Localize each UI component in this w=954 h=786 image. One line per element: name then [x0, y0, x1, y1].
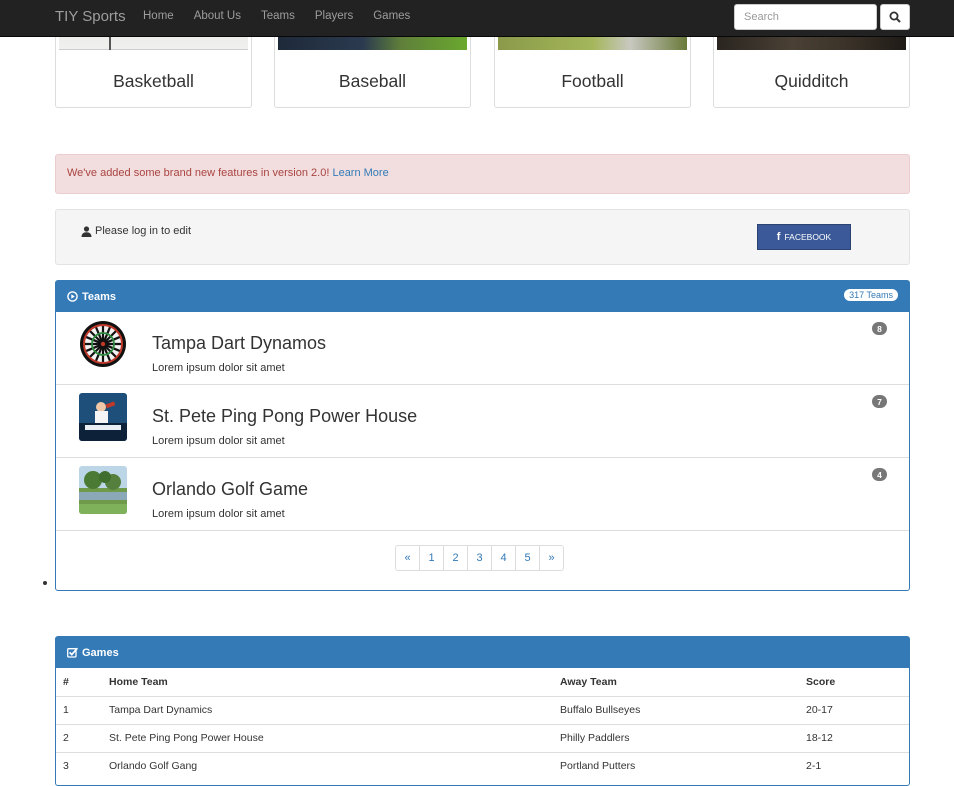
home-team: St. Pete Ping Pong Power House: [102, 723, 553, 752]
search-button[interactable]: [880, 4, 910, 30]
dartboard-image: [79, 320, 127, 368]
games-panel: Games # Home Team Away Team Score 1 Tamp…: [55, 636, 910, 786]
alert-text: We've added some brand new features in v…: [67, 167, 330, 179]
game-number: 1: [56, 695, 102, 724]
pagination-page-5[interactable]: 5: [515, 545, 540, 571]
main-nav: Home About Us Teams Players Games: [133, 0, 420, 36]
teams-panel-title: Teams: [82, 290, 117, 303]
team-badge: 4: [872, 468, 887, 481]
team-description: Lorem ipsum dolor sit amet: [152, 508, 285, 520]
pagination-page-3[interactable]: 3: [467, 545, 492, 571]
team-name[interactable]: Tampa Dart Dynamos: [152, 333, 326, 354]
play-circle-icon: [67, 291, 78, 302]
team-name[interactable]: St. Pete Ping Pong Power House: [152, 406, 417, 427]
nav-players[interactable]: Players: [305, 0, 363, 36]
games-table: # Home Team Away Team Score 1 Tampa Dart…: [56, 668, 909, 780]
home-team: Orlando Golf Gang: [102, 751, 553, 780]
game-number: 2: [56, 723, 102, 752]
login-prompt: Please log in to edit: [81, 225, 191, 237]
team-description: Lorem ipsum dolor sit amet: [152, 435, 285, 447]
ping-pong-image: [79, 393, 127, 441]
column-header: #: [63, 675, 69, 688]
feature-alert: We've added some brand new features in v…: [55, 154, 910, 194]
sport-label: Basketball: [113, 71, 194, 91]
away-team: Buffalo Bullseyes: [553, 695, 799, 724]
team-badge: 8: [872, 322, 887, 335]
login-well: Please log in to edit f FACEBOOK: [55, 209, 910, 265]
pagination: « 1 2 3 4 5 »: [395, 545, 564, 571]
table-row[interactable]: 1 Tampa Dart Dynamics Buffalo Bullseyes …: [56, 695, 909, 724]
team-badge: 7: [872, 395, 887, 408]
pagination-page-2[interactable]: 2: [443, 545, 468, 571]
home-team: Tampa Dart Dynamics: [102, 695, 553, 724]
checkbox-icon: [67, 647, 78, 658]
table-row[interactable]: 2 St. Pete Ping Pong Power House Philly …: [56, 723, 909, 752]
sport-label: Baseball: [338, 71, 407, 91]
games-panel-title: Games: [82, 646, 119, 659]
nav-games[interactable]: Games: [363, 0, 420, 36]
away-team: Portland Putters: [553, 751, 799, 780]
column-header: Score: [806, 675, 836, 688]
pagination-prev[interactable]: «: [395, 545, 420, 571]
sport-label: Football: [561, 71, 624, 91]
facebook-icon: f: [776, 231, 781, 243]
teams-count-badge: 317 Teams: [844, 289, 898, 301]
teams-panel-heading: Teams 317 Teams: [56, 281, 909, 312]
teams-panel: Teams 317 Teams Tampa Dart Dynamos Lorem…: [55, 280, 910, 591]
column-header: Home Team: [109, 675, 168, 688]
golf-course-image: [79, 466, 127, 514]
search-input[interactable]: [734, 4, 877, 30]
game-number: 3: [56, 751, 102, 780]
pagination-page-4[interactable]: 4: [491, 545, 516, 571]
team-row[interactable]: Tampa Dart Dynamos Lorem ipsum dolor sit…: [56, 312, 909, 385]
nav-teams[interactable]: Teams: [251, 0, 305, 36]
team-name[interactable]: Orlando Golf Game: [152, 479, 308, 500]
pagination-next[interactable]: »: [539, 545, 564, 571]
games-panel-heading: Games: [56, 637, 909, 668]
team-row[interactable]: St. Pete Ping Pong Power House Lorem ips…: [56, 385, 909, 458]
team-row[interactable]: Orlando Golf Game Lorem ipsum dolor sit …: [56, 458, 909, 531]
learn-more-link[interactable]: Learn More: [332, 167, 388, 179]
table-row[interactable]: 3 Orlando Golf Gang Portland Putters 2-1: [56, 751, 909, 780]
away-team: Philly Paddlers: [553, 723, 799, 752]
navbar: TIY Sports Home About Us Teams Players G…: [0, 0, 954, 37]
nav-home[interactable]: Home: [133, 0, 184, 36]
login-text: Please log in to edit: [95, 225, 192, 237]
pagination-page-1[interactable]: 1: [419, 545, 444, 571]
search-icon: [889, 11, 901, 23]
facebook-login-button[interactable]: f FACEBOOK: [757, 224, 851, 250]
nav-about-us[interactable]: About Us: [184, 0, 251, 36]
score: 18-12: [799, 723, 909, 752]
score: 2-1: [799, 751, 909, 780]
column-header: Away Team: [560, 675, 617, 688]
user-icon: [81, 225, 92, 237]
table-header-row: # Home Team Away Team Score: [56, 668, 909, 696]
list-bullet: [43, 581, 47, 585]
sport-label: Quidditch: [774, 71, 849, 91]
brand-link[interactable]: TIY Sports: [55, 8, 126, 25]
team-description: Lorem ipsum dolor sit amet: [152, 362, 285, 374]
facebook-label: FACEBOOK: [784, 232, 832, 242]
score: 20-17: [799, 695, 909, 724]
